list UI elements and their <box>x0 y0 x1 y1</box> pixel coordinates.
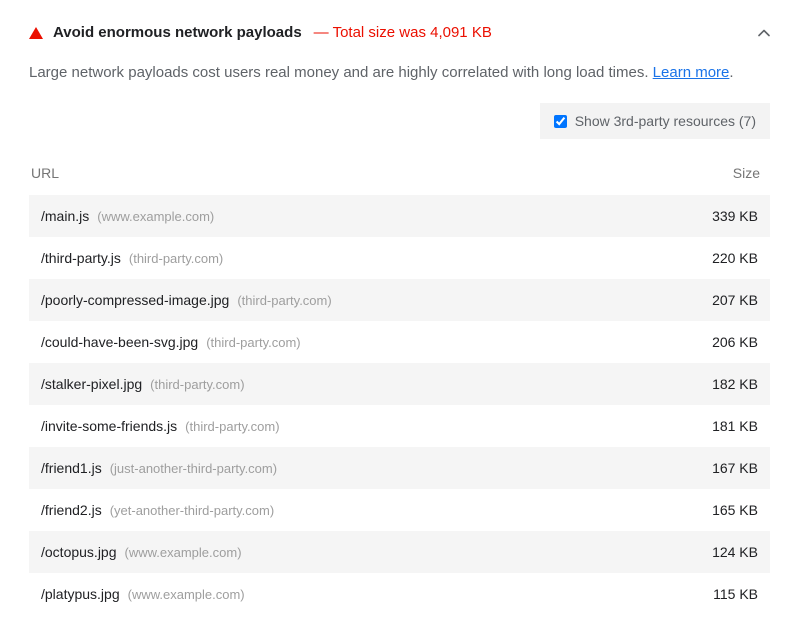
resource-path: /octopus.jpg <box>41 544 117 560</box>
audit-description: Large network payloads cost users real m… <box>29 61 770 85</box>
table-header: URL Size <box>29 157 770 189</box>
resource-size: 181 KB <box>712 418 758 434</box>
table-row: /third-party.js (third-party.com) 220 KB <box>29 237 770 279</box>
learn-more-link[interactable]: Learn more <box>653 64 730 81</box>
resource-path: /poorly-compressed-image.jpg <box>41 292 229 308</box>
filter-row: Show 3rd-party resources (7) <box>29 103 770 139</box>
audit-summary: Total size was 4,091 KB <box>314 24 492 41</box>
resource-url: /main.js (www.example.com) <box>41 208 214 224</box>
resource-path: /friend1.js <box>41 460 102 476</box>
resource-size: 165 KB <box>712 502 758 518</box>
resource-url: /invite-some-friends.js (third-party.com… <box>41 418 280 434</box>
audit-title: Avoid enormous network payloads <box>53 24 302 41</box>
third-party-checkbox[interactable] <box>554 115 567 128</box>
table-row: /invite-some-friends.js (third-party.com… <box>29 405 770 447</box>
resource-url: /stalker-pixel.jpg (third-party.com) <box>41 376 245 392</box>
resource-path: /invite-some-friends.js <box>41 418 177 434</box>
resource-origin: (third-party.com) <box>206 335 300 350</box>
resource-origin: (yet-another-third-party.com) <box>110 503 274 518</box>
audit-description-period: . <box>729 64 733 81</box>
resource-path: /stalker-pixel.jpg <box>41 376 142 392</box>
resource-origin: (third-party.com) <box>129 251 223 266</box>
table-body: /main.js (www.example.com) 339 KB /third… <box>29 195 770 615</box>
audit-header[interactable]: Avoid enormous network payloads Total si… <box>29 20 770 45</box>
table-row: /stalker-pixel.jpg (third-party.com) 182… <box>29 363 770 405</box>
resource-url: /friend1.js (just-another-third-party.co… <box>41 460 277 476</box>
resource-url: /third-party.js (third-party.com) <box>41 250 223 266</box>
resource-url: /octopus.jpg (www.example.com) <box>41 544 242 560</box>
resource-path: /third-party.js <box>41 250 121 266</box>
audit-description-text: Large network payloads cost users real m… <box>29 64 653 81</box>
url-column-header: URL <box>31 165 59 181</box>
resource-path: /friend2.js <box>41 502 102 518</box>
resource-size: 115 KB <box>713 586 758 602</box>
table-row: /friend2.js (yet-another-third-party.com… <box>29 489 770 531</box>
resource-size: 207 KB <box>712 292 758 308</box>
resource-url: /friend2.js (yet-another-third-party.com… <box>41 502 274 518</box>
third-party-filter-label: Show 3rd-party resources (7) <box>575 113 756 129</box>
resource-url: /poorly-compressed-image.jpg (third-part… <box>41 292 332 308</box>
table-row: /could-have-been-svg.jpg (third-party.co… <box>29 321 770 363</box>
table-row: /friend1.js (just-another-third-party.co… <box>29 447 770 489</box>
resource-path: /main.js <box>41 208 89 224</box>
resource-url: /platypus.jpg (www.example.com) <box>41 586 245 602</box>
chevron-up-icon[interactable] <box>758 27 770 39</box>
resource-size: 339 KB <box>712 208 758 224</box>
size-column-header: Size <box>733 165 760 181</box>
resource-origin: (third-party.com) <box>150 377 244 392</box>
resource-origin: (third-party.com) <box>237 293 331 308</box>
resource-origin: (just-another-third-party.com) <box>110 461 277 476</box>
resource-origin: (www.example.com) <box>128 587 245 602</box>
resource-size: 206 KB <box>712 334 758 350</box>
third-party-filter[interactable]: Show 3rd-party resources (7) <box>540 103 770 139</box>
warning-triangle-icon <box>29 27 43 39</box>
resource-path: /could-have-been-svg.jpg <box>41 334 198 350</box>
resource-size: 124 KB <box>712 544 758 560</box>
resource-size: 182 KB <box>712 376 758 392</box>
resource-size: 220 KB <box>712 250 758 266</box>
resource-url: /could-have-been-svg.jpg (third-party.co… <box>41 334 301 350</box>
table-row: /poorly-compressed-image.jpg (third-part… <box>29 279 770 321</box>
table-row: /main.js (www.example.com) 339 KB <box>29 195 770 237</box>
resource-origin: (www.example.com) <box>97 209 214 224</box>
resource-origin: (third-party.com) <box>185 419 279 434</box>
resource-size: 167 KB <box>712 460 758 476</box>
table-row: /octopus.jpg (www.example.com) 124 KB <box>29 531 770 573</box>
resource-origin: (www.example.com) <box>125 545 242 560</box>
table-row: /platypus.jpg (www.example.com) 115 KB <box>29 573 770 615</box>
resource-path: /platypus.jpg <box>41 586 120 602</box>
